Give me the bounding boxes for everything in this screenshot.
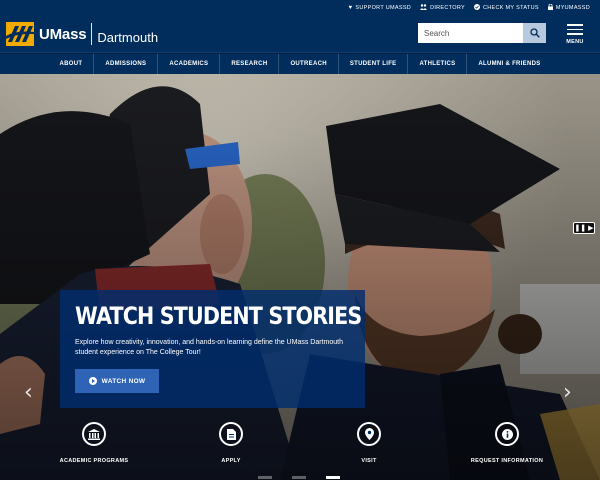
- nav-item-student-life[interactable]: STUDENT LIFE: [337, 54, 408, 74]
- play-circle-icon: [88, 377, 97, 385]
- logo-divider: [91, 23, 93, 45]
- carousel-dot[interactable]: [258, 476, 272, 479]
- quick-link-visit[interactable]: VISIT: [346, 422, 392, 464]
- map-pin-icon: [357, 422, 381, 446]
- support-umassd-link[interactable]: ♥ SUPPORT UMASSD: [349, 5, 412, 11]
- myumassd-link[interactable]: MYUMASSD: [547, 3, 590, 12]
- support-umassd-label: SUPPORT UMASSD: [355, 4, 412, 11]
- menu-button[interactable]: MENU: [563, 24, 587, 46]
- menu-label: MENU: [566, 38, 584, 45]
- quick-link-academic-programs[interactable]: ACADEMIC PROGRAMS: [58, 422, 130, 464]
- check-circle-icon: [473, 3, 480, 12]
- search-button[interactable]: [523, 23, 546, 43]
- carousel-dot[interactable]: [292, 476, 306, 479]
- document-icon: [219, 422, 243, 446]
- utility-bar: ♥ SUPPORT UMASSD DIRECTORY CHECK MY STAT…: [0, 0, 600, 15]
- search-icon: [529, 28, 540, 38]
- building-icon: [82, 422, 106, 446]
- watch-now-button[interactable]: WATCH NOW: [75, 369, 159, 393]
- main-navigation: ABOUT ADMISSIONS ACADEMICS RESEARCH OUTR…: [0, 54, 600, 74]
- directory-link[interactable]: DIRECTORY: [420, 3, 465, 12]
- site-header: UMass Dartmouth MENU: [0, 15, 600, 53]
- carousel-prev-button[interactable]: ‹: [24, 382, 33, 404]
- carousel-pagination: [258, 476, 340, 479]
- pause-icon: ❚❚: [574, 224, 587, 232]
- hero-title: WATCH STUDENT STORIES: [75, 302, 362, 330]
- info-icon: [495, 422, 519, 446]
- request-information-label: REQUEST INFORMATION: [470, 458, 544, 464]
- carousel-next-button[interactable]: ›: [563, 382, 572, 404]
- hero-carousel: ❚❚ ▶ WATCH STUDENT STORIES Explore how c…: [0, 74, 600, 480]
- play-icon: ▶: [588, 224, 594, 232]
- nav-item-about[interactable]: ABOUT: [48, 54, 93, 74]
- hero-description: Explore how creativity, innovation, and …: [75, 339, 343, 356]
- search-form: [418, 23, 546, 43]
- umass-dartmouth-logo[interactable]: UMass Dartmouth: [6, 21, 158, 47]
- logo-umass-text: UMass: [39, 25, 87, 43]
- nav-item-outreach[interactable]: OUTREACH: [278, 54, 337, 74]
- academic-programs-label: ACADEMIC PROGRAMS: [59, 458, 129, 464]
- featured-story-card: WATCH STUDENT STORIES Explore how creati…: [60, 290, 365, 408]
- logo-mark-icon: [6, 22, 34, 46]
- carousel-dot-active[interactable]: [326, 476, 340, 479]
- myumassd-label: MYUMASSD: [555, 4, 590, 11]
- nav-item-athletics[interactable]: ATHLETICS: [407, 54, 466, 74]
- lock-icon: [547, 3, 553, 12]
- apply-label: APPLY: [221, 458, 241, 464]
- people-icon: [420, 3, 428, 12]
- watch-now-label: WATCH NOW: [101, 377, 146, 385]
- logo-dartmouth-text: Dartmouth: [97, 30, 159, 45]
- visit-label: VISIT: [361, 458, 377, 464]
- nav-item-academics[interactable]: ACADEMICS: [157, 54, 219, 74]
- quick-link-request-information[interactable]: REQUEST INFORMATION: [466, 422, 548, 464]
- nav-item-admissions[interactable]: ADMISSIONS: [93, 54, 157, 74]
- check-my-status-link[interactable]: CHECK MY STATUS: [473, 3, 539, 12]
- quick-link-apply[interactable]: APPLY: [208, 422, 254, 464]
- pause-play-button[interactable]: ❚❚ ▶: [573, 222, 595, 234]
- search-input[interactable]: [418, 23, 523, 43]
- nav-item-alumni-friends[interactable]: ALUMNI & FRIENDS: [466, 54, 551, 74]
- heart-icon: ♥: [348, 4, 353, 11]
- directory-label: DIRECTORY: [430, 4, 465, 11]
- check-my-status-label: CHECK MY STATUS: [482, 4, 539, 11]
- hamburger-icon: [567, 24, 583, 38]
- hero-background-image: [0, 74, 600, 480]
- nav-item-research[interactable]: RESEARCH: [219, 54, 278, 74]
